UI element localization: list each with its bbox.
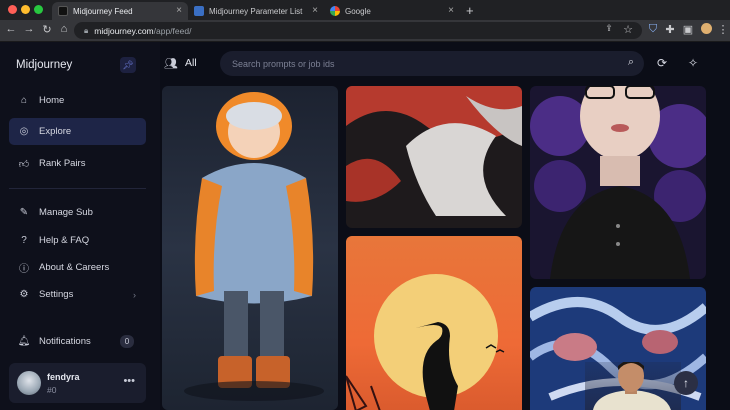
midjourney-app: Midjourney 📌︎ ⌂ Home ◎ Explore 👍︎ Rank P…	[0, 42, 730, 410]
profile-avatar-icon[interactable]	[699, 23, 713, 37]
share-icon[interactable]: ⇪	[602, 23, 616, 34]
help-icon: ?	[21, 235, 27, 246]
feed-image-woman-glasses[interactable]	[530, 86, 706, 279]
gear-icon: ⚙︎	[19, 289, 29, 300]
feed-image-hooded-character[interactable]	[162, 86, 338, 410]
close-tab-icon[interactable]: ×	[448, 5, 454, 16]
compass-icon: ◎	[19, 126, 29, 137]
user-id: #0	[47, 385, 57, 395]
browser-menu-icon[interactable]: ⋮	[716, 23, 730, 36]
browser-toolbar: ← → ↻ ⌂ 🔒︎ midjourney.com/app/feed/ ⇪ ☆ …	[0, 20, 730, 42]
tab-title: Midjourney Parameter List	[209, 6, 303, 16]
woman-portrait-art	[530, 86, 706, 279]
chevron-right-icon: ›	[133, 289, 136, 300]
scroll-to-top-button[interactable]: ↑	[674, 371, 698, 395]
tab-midjourney-feed[interactable]: Midjourney Feed ×	[52, 2, 188, 20]
feed-header: 👥︎ All Search prompts or job ids ⌕ ⟳ ✧	[160, 42, 730, 86]
presenter-video-art	[593, 362, 671, 410]
sidebar-item-home[interactable]: ⌂ Home	[9, 87, 146, 114]
refresh-icon[interactable]: ⟳	[657, 56, 667, 70]
back-icon[interactable]: ←	[4, 23, 18, 35]
midjourney-favicon-icon	[194, 6, 204, 16]
close-window-button[interactable]	[8, 5, 17, 14]
sidebar-divider	[9, 188, 146, 189]
webcam-overlay	[585, 362, 681, 410]
reload-icon[interactable]: ↻	[40, 23, 54, 36]
url-path: /app/feed/	[153, 25, 192, 36]
avatar	[17, 371, 41, 395]
midjourney-favicon-icon	[58, 6, 68, 16]
sidebar-item-label: Explore	[39, 126, 72, 137]
filter-all-button[interactable]: All	[185, 57, 197, 69]
feed-image-swirls[interactable]	[346, 86, 522, 228]
search-icon[interactable]: ⌕	[628, 56, 634, 69]
home-icon: ⌂	[20, 95, 28, 106]
sunset-heron-art	[346, 274, 505, 410]
url-host: midjourney.com	[94, 25, 154, 36]
forward-icon[interactable]: →	[22, 23, 36, 35]
sidebar: Midjourney 📌︎ ⌂ Home ◎ Explore 👍︎ Rank P…	[0, 42, 160, 410]
notification-count-badge: 0	[120, 335, 134, 348]
hooded-character-art	[184, 92, 324, 401]
edit-icon: ✎	[19, 207, 29, 218]
tab-title: Midjourney Feed	[73, 6, 133, 16]
sidebar-item-label: Help & FAQ	[39, 235, 90, 246]
brand-name: Midjourney	[16, 59, 73, 71]
tab-title: Google	[345, 6, 371, 16]
sidebar-item-explore[interactable]: ◎ Explore	[9, 118, 146, 145]
sidebar-panel-icon[interactable]: ▣	[681, 23, 695, 36]
sidebar-item-about[interactable]: ⓘ About & Careers	[9, 254, 146, 281]
sidebar-item-label: About & Careers	[39, 262, 110, 273]
extensions-puzzle-icon[interactable]: ✚	[663, 23, 677, 36]
sidebar-item-settings[interactable]: ⚙︎ Settings ›	[9, 281, 146, 308]
address-bar[interactable]: 🔒︎ midjourney.com/app/feed/	[74, 22, 642, 39]
sidebar-item-rank-pairs[interactable]: 👍︎ Rank Pairs	[9, 150, 146, 177]
sidebar-item-label: Home	[39, 95, 65, 106]
people-filter-icon[interactable]: 👥︎	[164, 57, 178, 70]
bell-icon: 🔔︎	[17, 336, 31, 347]
sidebar-item-label: Manage Sub	[39, 207, 93, 218]
notifications-label: Notifications	[39, 336, 91, 347]
search-input[interactable]: Search prompts or job ids ⌕	[220, 51, 644, 76]
home-button-icon[interactable]: ⌂	[57, 23, 71, 35]
search-placeholder: Search prompts or job ids	[232, 58, 335, 69]
minimize-window-button[interactable]	[21, 5, 30, 14]
close-tab-icon[interactable]: ×	[312, 5, 318, 16]
tab-parameter-list[interactable]: Midjourney Parameter List ×	[188, 2, 324, 20]
sidebar-item-label: Settings	[39, 289, 74, 300]
image-feed	[160, 86, 730, 410]
bookmark-star-icon[interactable]: ☆	[621, 23, 635, 36]
notifications-button[interactable]: 🔔︎ Notifications 0	[9, 328, 146, 355]
user-card[interactable]: fendyra #0 •••	[9, 363, 146, 403]
sidebar-item-label: Rank Pairs	[39, 158, 86, 169]
tab-google[interactable]: Google ×	[324, 2, 460, 20]
thumbs-up-icon: 👍︎	[18, 158, 30, 170]
sidebar-item-manage-sub[interactable]: ✎ Manage Sub	[9, 199, 146, 226]
arrow-up-icon: ↑	[683, 376, 689, 390]
more-options-icon[interactable]: •••	[123, 375, 135, 387]
new-tab-icon[interactable]: +	[466, 3, 474, 18]
pin-icon[interactable]: 📌︎	[120, 57, 136, 73]
browser-tab-bar: Midjourney Feed × Midjourney Parameter L…	[0, 0, 730, 20]
sidebar-item-help[interactable]: ? Help & FAQ	[9, 227, 146, 254]
zoom-window-button[interactable]	[34, 5, 43, 14]
feed-image-sunset-heron[interactable]	[346, 236, 522, 410]
extension-shield-icon[interactable]: ⛉	[646, 23, 660, 36]
google-favicon-icon	[330, 6, 340, 16]
username: fendyra	[47, 372, 80, 382]
swirls-art	[346, 86, 522, 216]
lock-icon: 🔒︎	[84, 25, 89, 35]
info-icon: ⓘ	[19, 264, 29, 275]
magic-sparkle-icon[interactable]: ✧	[688, 56, 698, 70]
close-tab-icon[interactable]: ×	[176, 5, 182, 16]
